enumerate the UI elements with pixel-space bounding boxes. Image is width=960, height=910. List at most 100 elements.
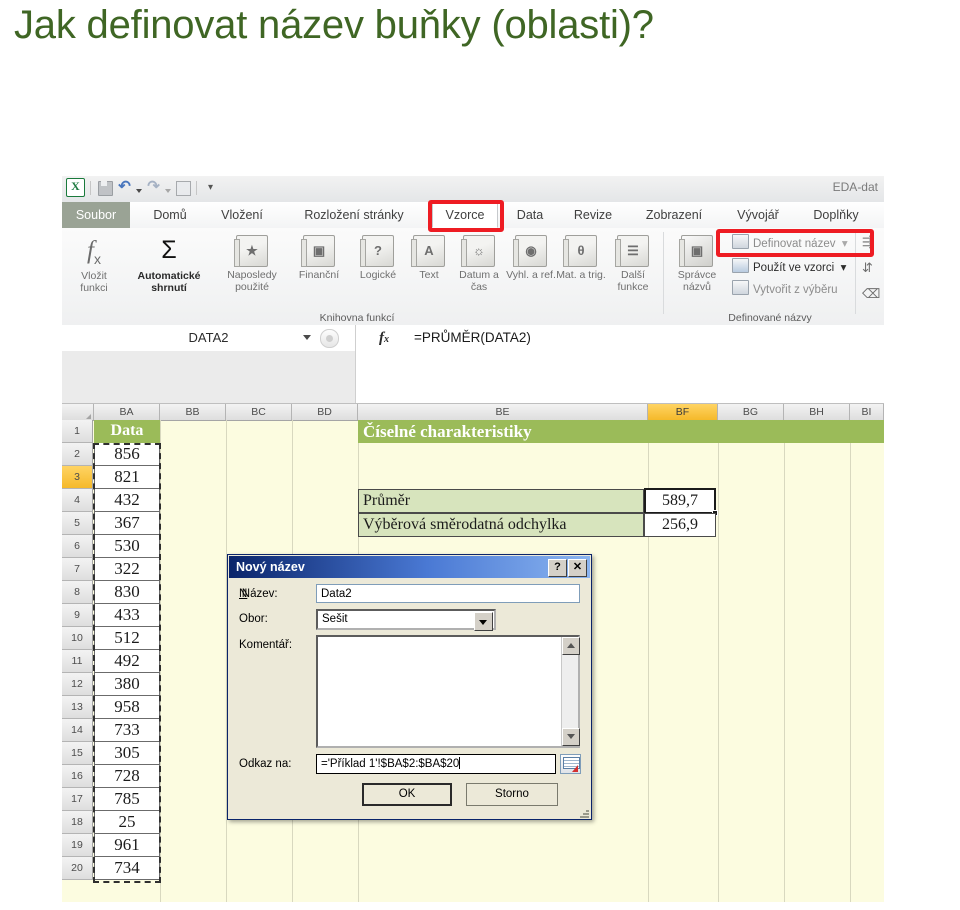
scroll-down-icon[interactable]: [562, 728, 580, 746]
cell-BE1-banner[interactable]: Číselné charakteristiky: [358, 420, 884, 443]
collapse-dialog-icon[interactable]: [560, 754, 581, 774]
column-header-BB[interactable]: BB: [160, 404, 226, 420]
cell-BA8[interactable]: 830: [94, 581, 160, 605]
comment-textarea[interactable]: [316, 635, 580, 748]
undo-icon[interactable]: ↶: [116, 179, 133, 196]
insert-function-icon[interactable]: fx: [362, 325, 406, 351]
ribbon-button-math-trig[interactable]: θ Mat. a trig.: [556, 230, 606, 281]
tab-vlozeni[interactable]: Vložení: [208, 202, 276, 228]
row-header-1[interactable]: 1: [62, 420, 93, 444]
row-header-10[interactable]: 10: [62, 627, 93, 651]
save-icon[interactable]: [96, 179, 113, 196]
row-header-8[interactable]: 8: [62, 581, 93, 605]
tab-soubor[interactable]: Soubor: [62, 202, 130, 228]
cell-BF4-value[interactable]: 256,9: [644, 513, 716, 537]
column-header-BD[interactable]: BD: [292, 404, 358, 420]
customize-qat-icon[interactable]: ▾: [202, 179, 219, 196]
chevron-down-icon[interactable]: [303, 335, 311, 340]
row-header-12[interactable]: 12: [62, 673, 93, 697]
ribbon-button-lookup-reference[interactable]: ◉ Vyhl. a ref.: [506, 230, 556, 281]
row-header-11[interactable]: 11: [62, 650, 93, 674]
cell-BF3-value[interactable]: 589,7: [644, 488, 716, 514]
cell-BA13[interactable]: 958: [94, 696, 160, 720]
cell-BA20[interactable]: 734: [94, 857, 160, 881]
row-header-19[interactable]: 19: [62, 834, 93, 858]
custom-toolbar-icon[interactable]: [174, 179, 191, 196]
row-header-3[interactable]: 3: [62, 466, 93, 490]
help-icon[interactable]: ?: [548, 559, 567, 577]
tab-domu[interactable]: Domů: [140, 202, 200, 228]
cell-BA16[interactable]: 728: [94, 765, 160, 789]
cell-BA3[interactable]: 821: [94, 466, 160, 490]
tab-rozlozeni-stranky[interactable]: Rozložení stránky: [284, 202, 424, 228]
formula-input[interactable]: =PRŮMĚR(DATA2): [414, 325, 531, 351]
column-header-BC[interactable]: BC: [226, 404, 292, 420]
column-header-BG[interactable]: BG: [718, 404, 784, 420]
ribbon-button-insert-function[interactable]: fx Vložit funkci: [66, 230, 122, 294]
cell-BA2[interactable]: 856: [94, 443, 160, 467]
column-header-BE[interactable]: BE: [358, 404, 648, 420]
cell-BA5[interactable]: 367: [94, 512, 160, 536]
row-header-20[interactable]: 20: [62, 857, 93, 881]
cell-BA18[interactable]: 25: [94, 811, 160, 835]
ok-button[interactable]: OK: [362, 783, 452, 806]
cell-BA15[interactable]: 305: [94, 742, 160, 766]
redo-dropdown-icon[interactable]: [165, 189, 171, 193]
column-header-BF[interactable]: BF: [648, 404, 718, 420]
row-header-16[interactable]: 16: [62, 765, 93, 789]
close-icon[interactable]: ✕: [568, 559, 587, 577]
cell-BA19[interactable]: 961: [94, 834, 160, 858]
undo-dropdown-icon[interactable]: [136, 189, 142, 193]
resize-grip-icon[interactable]: [579, 808, 589, 818]
cell-BE4-label[interactable]: Výběrová směrodatná odchylka: [358, 513, 644, 537]
column-header-BH[interactable]: BH: [784, 404, 850, 420]
row-header-7[interactable]: 7: [62, 558, 93, 582]
cell-BA12[interactable]: 380: [94, 673, 160, 697]
column-header-BI[interactable]: BI: [850, 404, 884, 420]
tab-revize[interactable]: Revize: [562, 202, 624, 228]
ribbon-button-use-in-formula[interactable]: Použít ve vzorci ▾: [732, 258, 846, 276]
cell-BA11[interactable]: 492: [94, 650, 160, 674]
cell-BA9[interactable]: 433: [94, 604, 160, 628]
trace-dependents-icon[interactable]: ⇵: [862, 260, 873, 276]
cell-BA6[interactable]: 530: [94, 535, 160, 559]
column-header-BA[interactable]: BA: [94, 404, 160, 420]
row-header-4[interactable]: 4: [62, 489, 93, 513]
ribbon-button-autosum[interactable]: Σ Automatické shrnutí: [124, 230, 214, 294]
cell-BA10[interactable]: 512: [94, 627, 160, 651]
ribbon-button-logical[interactable]: ? Logické: [350, 230, 406, 281]
row-header-5[interactable]: 5: [62, 512, 93, 536]
tab-doplnky[interactable]: Doplňky: [800, 202, 872, 228]
ribbon-button-financial[interactable]: ▣ Finanční: [288, 230, 350, 281]
row-header-17[interactable]: 17: [62, 788, 93, 812]
tab-zobrazeni[interactable]: Zobrazení: [632, 202, 716, 228]
row-header-9[interactable]: 9: [62, 604, 93, 628]
ribbon-button-more-functions[interactable]: ☰ Další funkce: [606, 230, 660, 293]
cancel-button[interactable]: Storno: [466, 783, 558, 806]
ribbon-button-create-from-selection[interactable]: Vytvořit z výběru: [732, 280, 838, 298]
cell-BA17[interactable]: 785: [94, 788, 160, 812]
name-box-button-icon[interactable]: [320, 329, 339, 348]
name-input[interactable]: Data2: [316, 584, 580, 603]
cell-BA4[interactable]: 432: [94, 489, 160, 513]
ribbon-button-text[interactable]: A Text: [406, 230, 452, 281]
refers-to-input[interactable]: ='Příklad 1'!$BA$2:$BA$20: [316, 754, 556, 774]
row-header-13[interactable]: 13: [62, 696, 93, 720]
comment-scrollbar[interactable]: [561, 637, 580, 746]
chevron-down-icon[interactable]: [474, 612, 493, 631]
cell-BA7[interactable]: 322: [94, 558, 160, 582]
cell-BA1-data-header[interactable]: Data: [94, 420, 160, 444]
cell-BE3-label[interactable]: Průměr: [358, 489, 644, 513]
cell-BA14[interactable]: 733: [94, 719, 160, 743]
scroll-up-icon[interactable]: [562, 637, 580, 655]
name-box[interactable]: DATA2: [62, 325, 356, 351]
ribbon-button-date-time[interactable]: ☼ Datum a čas: [452, 230, 506, 293]
scope-select[interactable]: Sešit: [316, 609, 496, 631]
redo-icon[interactable]: ↷: [145, 179, 162, 196]
row-header-2[interactable]: 2: [62, 443, 93, 467]
select-all-corner[interactable]: [62, 404, 94, 420]
row-header-14[interactable]: 14: [62, 719, 93, 743]
tab-data[interactable]: Data: [506, 202, 554, 228]
row-header-6[interactable]: 6: [62, 535, 93, 559]
tab-vyvojar[interactable]: Vývojář: [724, 202, 792, 228]
